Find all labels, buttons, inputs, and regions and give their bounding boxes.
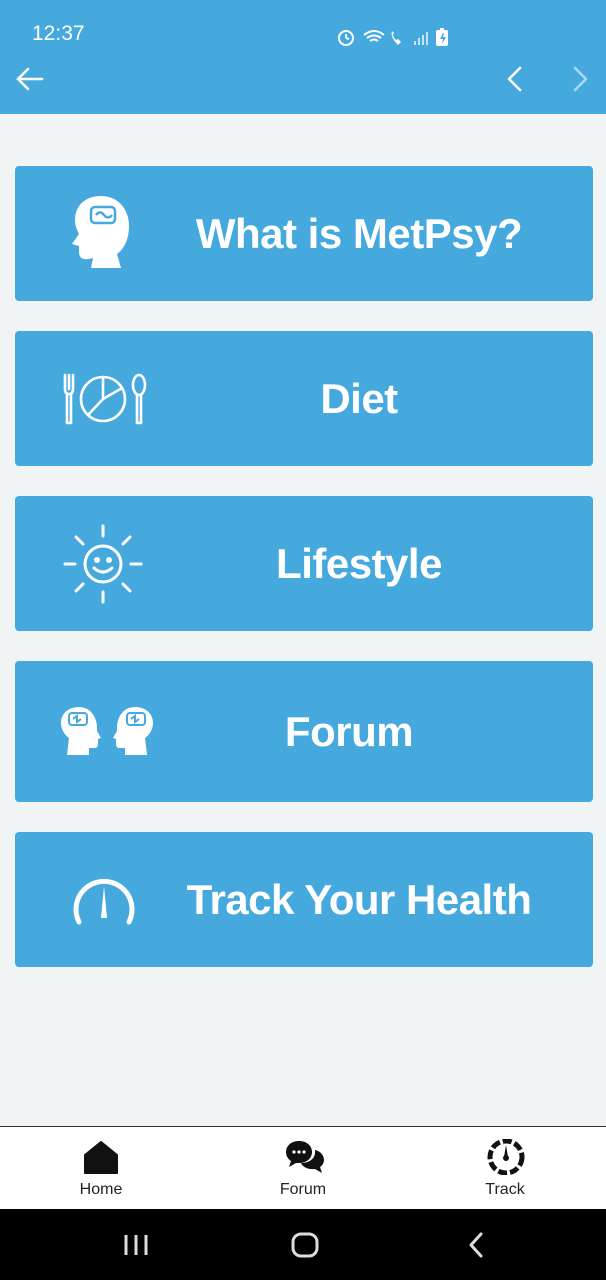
battery-icon [436,28,448,46]
system-nav-bar [0,1209,606,1280]
menu-label: Lifestyle [276,539,442,587]
speedometer-icon [487,1139,525,1175]
menu-label: Forum [284,707,414,755]
back-arrow-icon[interactable] [14,62,48,96]
menu-track-your-health[interactable]: Track Your Health [15,832,593,967]
chevron-left-icon[interactable] [500,62,530,96]
chevron-right-icon[interactable] [565,62,595,96]
app-bar: 12:37 [0,0,606,114]
alarm-icon [338,30,354,46]
recents-icon[interactable] [122,1229,150,1261]
chat-bubbles-icon [286,1141,324,1173]
menu-diet[interactable]: Diet [15,331,593,466]
home-icon [84,1141,118,1174]
back-chevron-icon[interactable] [462,1229,490,1261]
tab-track[interactable]: Track [404,1127,606,1210]
menu-label: Track Your Health [186,875,532,923]
status-time: 12:37 [32,22,85,45]
tab-label: Track [485,1181,525,1198]
signal-icon [414,32,428,45]
tab-home[interactable]: Home [0,1127,202,1210]
wifi-call-icon [391,30,401,45]
menu-forum[interactable]: Forum [15,661,593,802]
menu-lifestyle[interactable]: Lifestyle [15,496,593,631]
home-circle-icon[interactable] [289,1229,321,1261]
tab-label: Forum [279,1181,327,1198]
bottom-nav: Home Forum Track [0,1126,606,1210]
wifi-icon [363,30,385,42]
tab-label: Home [79,1181,123,1198]
menu-what-is-metpsy[interactable]: What is MetPsy? [15,166,593,301]
tab-forum[interactable]: Forum [202,1127,404,1210]
menu-label: What is MetPsy? [195,209,523,257]
status-icons [338,28,448,46]
brain-head-icon [72,196,129,268]
menu-label: Diet [320,374,398,422]
